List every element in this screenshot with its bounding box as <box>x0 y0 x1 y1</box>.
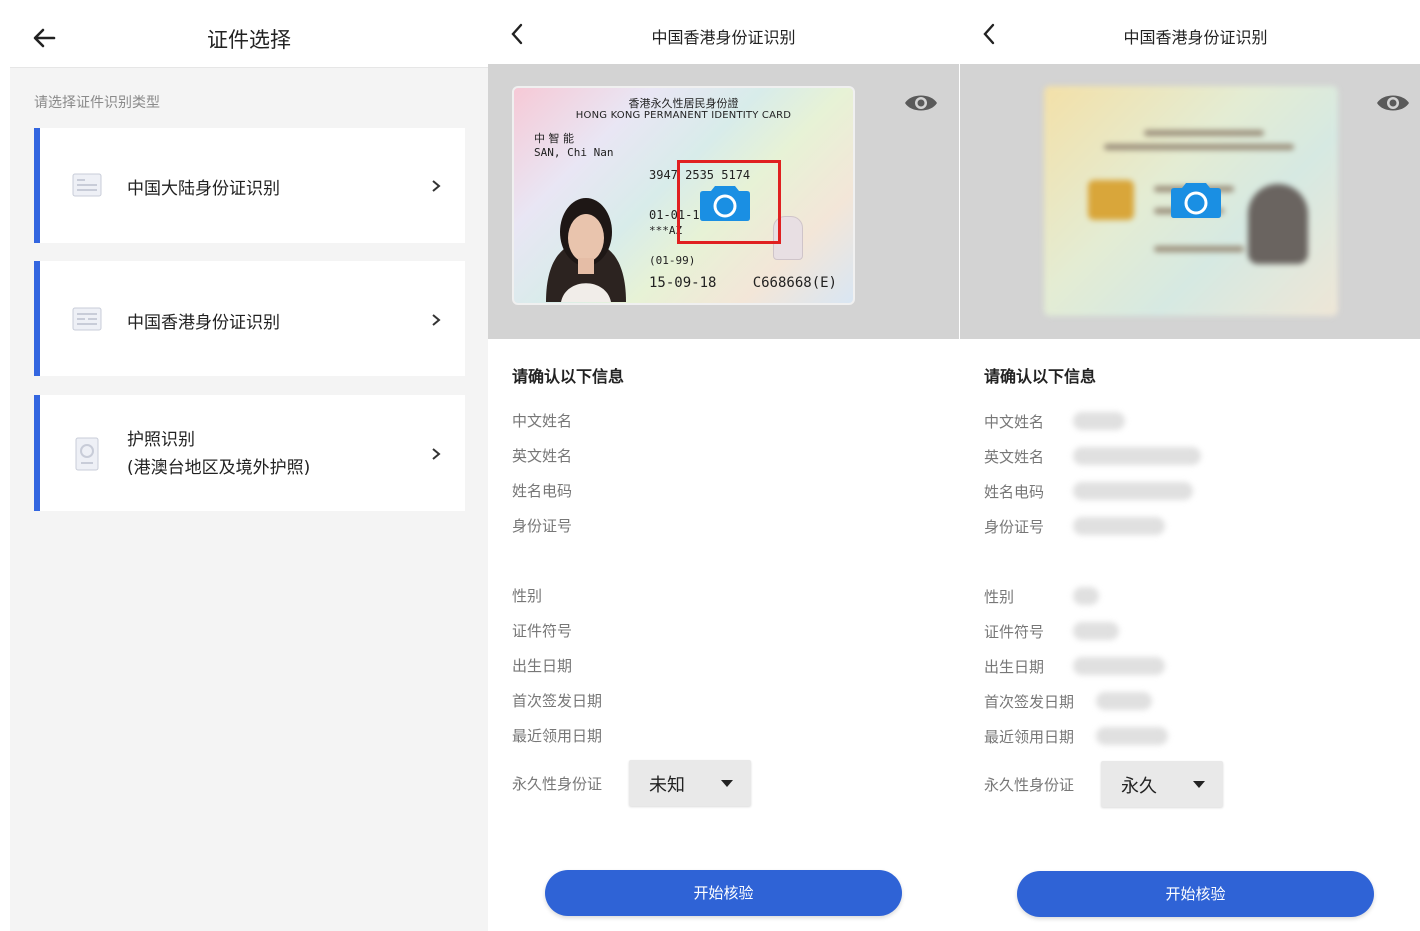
header: 证件选择 <box>10 10 488 68</box>
field-label: 最近领用日期 <box>984 728 1075 746</box>
card-preview: 香港永久性居民身份證 HONG KONG PERMANENT IDENTITY … <box>488 64 959 339</box>
camera-icon[interactable] <box>1170 179 1222 219</box>
field-label: 最近领用日期 <box>512 727 603 745</box>
card-name-cn: 中 智 能 <box>534 132 574 145</box>
select-value: 永久 <box>1121 776 1157 797</box>
section-title: 请确认以下信息 <box>512 367 625 386</box>
caret-down-icon <box>721 780 733 787</box>
card-title-cn: 香港永久性居民身份證 <box>628 97 739 110</box>
start-verify-button[interactable]: 开始核验 <box>1017 871 1374 917</box>
field-label: 永久性身份证 <box>512 775 603 793</box>
field-label: 证件符号 <box>984 623 1045 641</box>
redacted-value <box>1073 587 1099 605</box>
card-title-en: HONG KONG PERMANENT IDENTITY CARD <box>575 110 792 121</box>
caret-down-icon <box>1193 781 1205 788</box>
field-label: 身份证号 <box>512 517 573 535</box>
page-title: 证件选择 <box>207 28 291 52</box>
redacted-value <box>1096 727 1168 745</box>
redacted-value <box>1073 657 1165 675</box>
option-sublabel: (港澳台地区及境外护照) <box>127 458 311 478</box>
hk-id-confirm-screen: 中国香港身份证识别 香港永久性居民身份證 HONG KONG PERMANENT… <box>488 0 959 931</box>
field-label: 首次签发日期 <box>512 692 603 710</box>
field-label: 性别 <box>512 587 543 605</box>
blurred-portrait <box>1248 184 1308 264</box>
option-hk-id[interactable]: 中国香港身份证识别 <box>34 261 465 376</box>
card-id-number: C668668(E) <box>752 275 837 291</box>
eye-icon[interactable] <box>903 90 939 116</box>
permanent-id-select[interactable]: 永久 <box>1101 761 1223 807</box>
chevron-right-icon <box>432 448 441 460</box>
option-mainland-id[interactable]: 中国大陆身份证识别 <box>34 128 465 243</box>
chevron-right-icon <box>432 180 441 192</box>
id-card-icon <box>72 307 102 331</box>
option-label: 中国香港身份证识别 <box>127 313 280 333</box>
field-label: 身份证号 <box>984 518 1045 536</box>
portrait-photo <box>546 198 626 302</box>
option-label: 中国大陆身份证识别 <box>127 179 280 199</box>
section-title: 请确认以下信息 <box>984 367 1097 386</box>
option-label: 护照识别 <box>127 430 195 450</box>
field-label: 姓名电码 <box>984 483 1045 501</box>
permanent-id-select[interactable]: 未知 <box>629 760 751 806</box>
redacted-value <box>1096 692 1152 710</box>
blur-line <box>1104 144 1294 150</box>
option-passport[interactable]: 护照识别 (港澳台地区及境外护照) <box>34 395 465 511</box>
field-label: 出生日期 <box>512 657 573 675</box>
passport-icon <box>75 437 99 471</box>
chevron-right-icon <box>432 314 441 326</box>
field-label: 首次签发日期 <box>984 693 1075 711</box>
redacted-value <box>1073 622 1119 640</box>
start-verify-button[interactable]: 开始核验 <box>545 870 902 916</box>
section-subtitle: 请选择证件识别类型 <box>34 95 160 111</box>
select-value: 未知 <box>649 775 685 796</box>
field-label: 性别 <box>984 588 1015 606</box>
card-name-en: SAN, Chi Nan <box>534 146 614 159</box>
card-issue-date: 15-09-18 <box>649 275 717 291</box>
card-chip <box>1088 180 1134 220</box>
field-label: 证件符号 <box>512 622 573 640</box>
eye-icon[interactable] <box>1375 90 1411 116</box>
field-label: 永久性身份证 <box>984 776 1075 794</box>
field-label: 出生日期 <box>984 658 1045 676</box>
redacted-value <box>1073 412 1125 430</box>
hk-id-result-screen: 中国香港身份证识别 请确认以下信息 中文姓名 英文姓名 姓名电码 身份证号 性别… <box>960 0 1420 931</box>
blur-line <box>1144 130 1264 136</box>
page-title: 中国香港身份证识别 <box>651 28 796 47</box>
id-card-icon <box>72 173 102 197</box>
field-label: 中文姓名 <box>984 413 1045 431</box>
field-label: 英文姓名 <box>512 447 573 465</box>
card-date-code: (01-99) <box>649 254 696 267</box>
camera-icon[interactable] <box>699 182 751 222</box>
field-label: 中文姓名 <box>512 412 573 430</box>
page-title: 中国香港身份证识别 <box>1123 28 1268 47</box>
blur-line <box>1154 246 1244 252</box>
redacted-value <box>1073 517 1165 535</box>
document-select-screen: 证件选择 请选择证件识别类型 中国大陆身份证识别 中国香港身份证识别 护照识别 … <box>10 10 488 931</box>
field-label: 姓名电码 <box>512 482 573 500</box>
field-label: 英文姓名 <box>984 448 1045 466</box>
redacted-value <box>1073 482 1193 500</box>
redacted-value <box>1073 447 1201 465</box>
card-preview <box>960 64 1420 339</box>
